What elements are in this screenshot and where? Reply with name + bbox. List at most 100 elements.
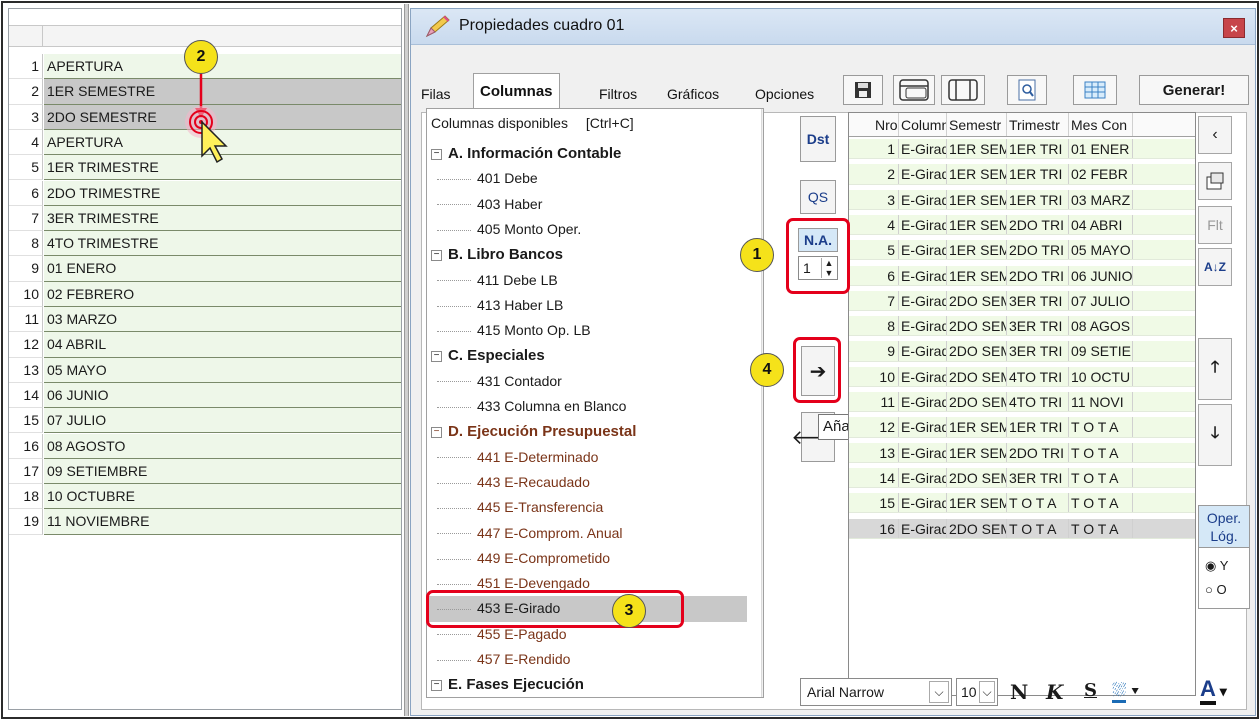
tab-opciones[interactable]: Opciones [749, 77, 820, 111]
size-chevron-icon[interactable]: ⌵ [979, 681, 995, 703]
grid-row[interactable]: 3E-Girado1ER SEM1ER TRI03 MARZ [849, 189, 1195, 210]
list-row[interactable]: 8 4TO TRIMESTRE [9, 231, 401, 257]
move-down-button[interactable]: 🡓 [1198, 404, 1232, 466]
list-row[interactable]: 17 09 SETIEMBRE [9, 458, 401, 485]
grid-row[interactable]: 7E-Girado2DO SEM3ER TRI07 JULIO [849, 290, 1195, 312]
grid-row[interactable]: 15E-Girado1ER SEMT O T AT O T A [849, 493, 1195, 514]
layout-icon [899, 79, 929, 101]
collapse-icon[interactable]: − [431, 426, 442, 438]
font-select[interactable]: Arial Narrow ⌵ [800, 678, 952, 706]
available-scrollbar[interactable]: ∧ ∨ [761, 109, 763, 697]
tree-label: C. Especiales [448, 347, 545, 365]
tab-filas[interactable]: Filas [415, 77, 457, 111]
grid-row[interactable]: 1E-Girado1ER SEM1ER TRI01 ENER [849, 139, 1195, 160]
tree-group[interactable]: − C. Especiales [427, 343, 747, 368]
tree-item[interactable]: 445 E-Transferencia [427, 495, 747, 520]
grid-header-cell[interactable]: Mes Con [1069, 113, 1133, 136]
fill-color-button[interactable]: ⛆ ▾ [1112, 680, 1139, 703]
grid-row[interactable]: 8E-Girado2DO SEM3ER TRI08 AGOS [849, 316, 1195, 337]
list-row[interactable]: 14 06 JUNIO [9, 382, 401, 409]
qs-button[interactable]: QS [800, 180, 836, 214]
dst-button[interactable]: Dst [800, 116, 836, 162]
chevron-down-icon[interactable]: ⌵ [929, 681, 949, 703]
collapse-icon[interactable]: − [431, 679, 442, 691]
radio-o[interactable]: ○ O [1205, 582, 1227, 597]
list-row[interactable]: 13 05 MAYO [9, 357, 401, 383]
tree-group[interactable]: − D. Ejecución Presupuestal [427, 419, 747, 444]
grid-header-cell[interactable]: Columna [899, 113, 947, 136]
list-row[interactable]: 15 07 JULIO [9, 408, 401, 434]
grid-header-cell[interactable]: Trimestr [1007, 113, 1069, 136]
list-row[interactable]: 10 02 FEBRERO [9, 281, 401, 307]
list-row[interactable]: 9 01 ENERO [9, 256, 401, 282]
tree-connector [437, 482, 471, 484]
bold-button[interactable]: N [1010, 680, 1028, 704]
dialog-title-bar[interactable]: Propiedades cuadro 01 × [411, 9, 1255, 45]
sort-az-button[interactable]: A↓Z [1198, 248, 1232, 286]
grid-row[interactable]: 13E-Girado1ER SEM2DO TRIT O T A [849, 442, 1195, 463]
tree-item[interactable]: 415 Monto Op. LB [427, 318, 747, 343]
grid-row[interactable]: 11E-Girado2DO SEM4TO TRI11 NOVI [849, 392, 1195, 413]
tree-item[interactable]: 441 E-Determinado [427, 445, 747, 470]
grid-header-cell[interactable]: Nro [873, 113, 899, 136]
properties-button[interactable] [1198, 162, 1232, 200]
tree-item[interactable]: 411 Debe LB [427, 268, 747, 293]
tree-item[interactable]: 413 Haber LB [427, 293, 747, 318]
tree-group[interactable]: − B. Libro Bancos [427, 242, 747, 267]
grid-row[interactable]: 9E-Girado2DO SEM3ER TRI09 SETIE [849, 341, 1195, 362]
tab-filtros[interactable]: Filtros [593, 77, 643, 111]
layout-rows-button[interactable] [893, 75, 935, 105]
filter-button[interactable]: Flt [1198, 206, 1232, 244]
tree-item[interactable]: 443 E-Recaudado [427, 470, 747, 495]
tree-item[interactable]: 405 Monto Oper. [427, 217, 747, 242]
grid-cell: 11 [873, 392, 899, 412]
tree-group[interactable]: − E. Fases Ejecución [427, 672, 747, 697]
collapse-icon[interactable]: − [431, 249, 442, 261]
radio-y[interactable]: ◉ Y [1205, 558, 1228, 574]
tree-item[interactable]: 449 E-Comprometido [427, 546, 747, 571]
grid-row[interactable]: 4E-Girado1ER SEM2DO TRI04 ABRI [849, 214, 1195, 236]
tree-group[interactable]: − A. Información Contable [427, 141, 747, 166]
tree-item[interactable]: 401 Debe [427, 166, 747, 191]
list-row[interactable]: 12 04 ABRIL [9, 332, 401, 358]
tree-item[interactable]: 431 Contador [427, 369, 747, 394]
grid-row[interactable]: 14E-Girado2DO SEM3ER TRIT O T A [849, 467, 1195, 489]
tree-label: 449 E-Comprometido [477, 549, 611, 566]
close-button[interactable]: × [1223, 18, 1245, 38]
list-row[interactable]: 18 10 OCTUBRE [9, 484, 401, 510]
list-row[interactable]: 19 11 NOVIEMBRE [9, 509, 401, 535]
layout-columns-button[interactable] [941, 75, 985, 105]
tree-item[interactable]: 433 Columna en Blanco [427, 394, 747, 419]
grid-row[interactable]: 10E-Girado2DO SEM4TO TRI10 OCTU [849, 366, 1195, 387]
tree-item[interactable]: 457 E-Rendido [427, 647, 747, 672]
list-row[interactable]: 7 3ER TRIMESTRE [9, 205, 401, 232]
grid-row[interactable]: 6E-Girado1ER SEM2DO TRI06 JUNIO [849, 265, 1195, 286]
grid-cell: 07 JULIO [1069, 290, 1133, 311]
generate-button[interactable]: Generar! [1139, 75, 1249, 105]
collapse-icon[interactable]: − [431, 148, 442, 160]
grid-header-cell[interactable]: Semestr [947, 113, 1007, 136]
grid-button[interactable] [1073, 75, 1117, 105]
tab-columnas[interactable]: Columnas [473, 73, 560, 113]
tab-graficos[interactable]: Gráficos [661, 77, 725, 111]
list-row[interactable]: 11 03 MARZO [9, 307, 401, 333]
save-button[interactable] [843, 75, 883, 105]
grid-cell: 12 [873, 417, 899, 437]
strike-button[interactable]: S [1084, 680, 1097, 701]
preview-button[interactable] [1007, 75, 1047, 105]
tree-item[interactable]: 447 E-Comprom. Anual [427, 521, 747, 546]
size-select[interactable]: 10 ⌵ [956, 678, 998, 706]
font-color-button[interactable]: A ▾ [1200, 676, 1227, 705]
collapse-button[interactable]: ‹ [1198, 116, 1232, 154]
collapse-icon[interactable]: − [431, 350, 442, 362]
move-up-button[interactable]: 🡑 [1198, 338, 1232, 400]
grid-row[interactable]: 2E-Girado1ER SEM1ER TRI02 FEBR [849, 164, 1195, 185]
grid-row[interactable]: 5E-Girado1ER SEM2DO TRI05 MAYO [849, 240, 1195, 261]
tree-item[interactable]: 403 Haber [427, 192, 747, 217]
italic-button[interactable]: K [1046, 680, 1063, 704]
panel-splitter[interactable] [404, 4, 409, 716]
grid-row[interactable]: 16E-Girado2DO SEMT O T AT O T A [849, 518, 1195, 539]
selected-columns-grid[interactable]: NroColumnaSemestrTrimestrMes Con 1E-Gira… [848, 112, 1196, 696]
grid-row[interactable]: 12E-Girado1ER SEM1ER TRIT O T A [849, 417, 1195, 438]
list-row[interactable]: 16 08 AGOSTO [9, 433, 401, 459]
